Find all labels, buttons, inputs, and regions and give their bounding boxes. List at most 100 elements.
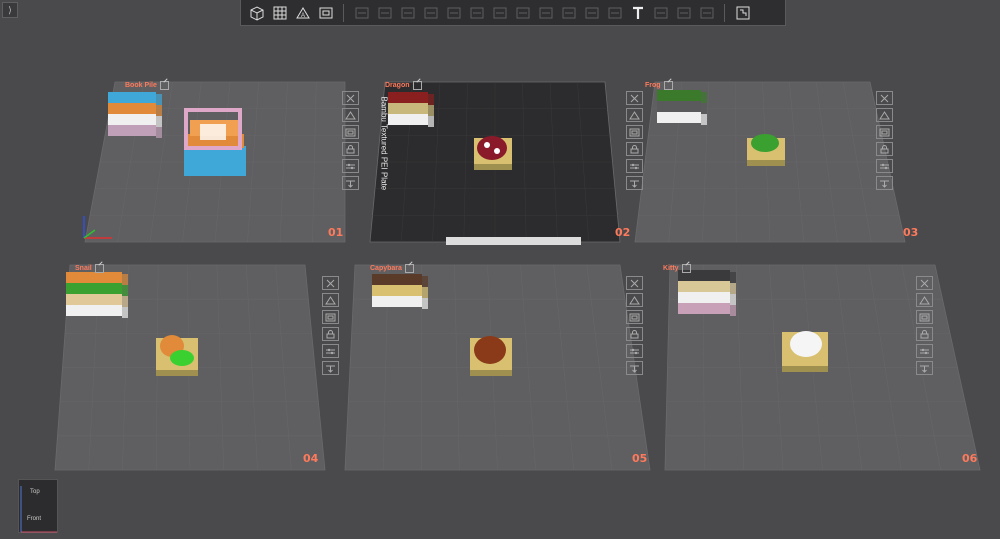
lock-plate-icon [630,144,639,153]
plate-settings-button[interactable] [322,344,339,358]
arrange-plate-button[interactable] [916,310,933,324]
view-cube[interactable]: Top Front [18,479,58,533]
move-plate-button[interactable] [626,361,643,375]
orient-plate-button[interactable] [916,293,933,307]
plate-settings-icon [346,163,355,169]
move-plate-button[interactable] [342,176,359,190]
orient-plate-icon [345,110,356,119]
delete-plate-button[interactable] [916,276,933,290]
move-plate-button[interactable] [876,176,893,190]
edit-name-icon[interactable] [681,264,691,273]
arrange-plate-icon [325,313,336,321]
plate-settings-button[interactable] [916,344,933,358]
arrange-plate-icon [345,128,356,136]
arrange-plate-icon [629,313,640,321]
bed-label: Bambu Textured PEI Plate [379,96,389,191]
plate-buttons [322,276,339,375]
arrange-plate-button[interactable] [626,125,643,139]
plate-settings-button[interactable] [876,159,893,173]
orient-plate-icon [629,110,640,119]
lock-plate-button[interactable] [626,142,643,156]
plate-02[interactable] [369,81,621,245]
plate-title[interactable]: Book Pile [125,81,169,90]
lock-plate-button[interactable] [626,327,643,341]
plate-buttons [916,276,933,375]
edit-name-icon[interactable] [159,81,169,90]
arrange-plate-button[interactable] [876,125,893,139]
lock-plate-icon [630,329,639,338]
plate-name: Snail [75,265,92,272]
plate-buttons [626,91,643,190]
delete-plate-button[interactable] [876,91,893,105]
arrange-plate-button[interactable] [626,310,643,324]
lock-plate-icon [880,144,889,153]
plate-title[interactable]: Kitty [663,264,691,273]
plate-01[interactable] [84,81,346,243]
plate-number: 06 [962,452,978,465]
plate-settings-button[interactable] [342,159,359,173]
view-cube-top-label[interactable]: Top [30,489,40,495]
arrange-plate-button[interactable] [342,125,359,139]
move-plate-button[interactable] [916,361,933,375]
orient-plate-icon [879,110,890,119]
lock-plate-icon [346,144,355,153]
lock-plate-button[interactable] [322,327,339,341]
plate-number: 04 [303,452,319,465]
plate-05[interactable] [344,264,651,471]
edit-name-icon[interactable] [94,264,104,273]
orient-plate-icon [919,295,930,304]
plate-settings-icon [630,163,639,169]
lock-plate-button[interactable] [876,142,893,156]
plate-title[interactable]: Snail [75,264,104,273]
delete-plate-button[interactable] [626,91,643,105]
view-cube-front-label[interactable]: Front [27,516,41,522]
delete-plate-icon [630,94,639,102]
plate-number: 03 [903,226,919,239]
edit-name-icon[interactable] [412,81,422,90]
move-plate-button[interactable] [322,361,339,375]
lock-plate-button[interactable] [342,142,359,156]
move-plate-icon [630,365,639,373]
plate-04[interactable] [54,264,326,471]
plate-settings-icon [326,348,335,354]
plate-buttons [876,91,893,190]
plate-settings-button[interactable] [626,159,643,173]
lock-plate-icon [326,329,335,338]
delete-plate-button[interactable] [322,276,339,290]
move-plate-icon [880,180,889,188]
delete-plate-icon [326,279,335,287]
move-plate-icon [326,365,335,373]
plate-name: Dragon [385,82,410,89]
plate-title[interactable]: Capybara [370,264,414,273]
plate-name: Book Pile [125,82,157,89]
plate-name: Kitty [663,265,679,272]
orient-plate-icon [629,295,640,304]
edit-name-icon[interactable] [663,81,673,90]
orient-plate-button[interactable] [626,108,643,122]
move-plate-button[interactable] [626,176,643,190]
plate-title[interactable]: Frog [645,81,673,90]
plate-settings-icon [920,348,929,354]
plate-title[interactable]: Dragon [385,81,422,90]
arrange-plate-icon [629,128,640,136]
arrange-plate-button[interactable] [322,310,339,324]
lock-plate-icon [920,329,929,338]
plate-number: 01 [328,226,344,239]
delete-plate-button[interactable] [342,91,359,105]
orient-plate-button[interactable] [626,293,643,307]
delete-plate-icon [880,94,889,102]
move-plate-icon [346,180,355,188]
delete-plate-icon [920,279,929,287]
orient-plate-button[interactable] [342,108,359,122]
plate-name: Capybara [370,265,402,272]
plate-settings-button[interactable] [626,344,643,358]
move-plate-icon [920,365,929,373]
delete-plate-button[interactable] [626,276,643,290]
lock-plate-button[interactable] [916,327,933,341]
arrange-plate-icon [879,128,890,136]
orient-plate-button[interactable] [322,293,339,307]
edit-name-icon[interactable] [404,264,414,273]
orient-plate-button[interactable] [876,108,893,122]
plate-name: Frog [645,82,661,89]
plate-03[interactable] [634,81,906,243]
